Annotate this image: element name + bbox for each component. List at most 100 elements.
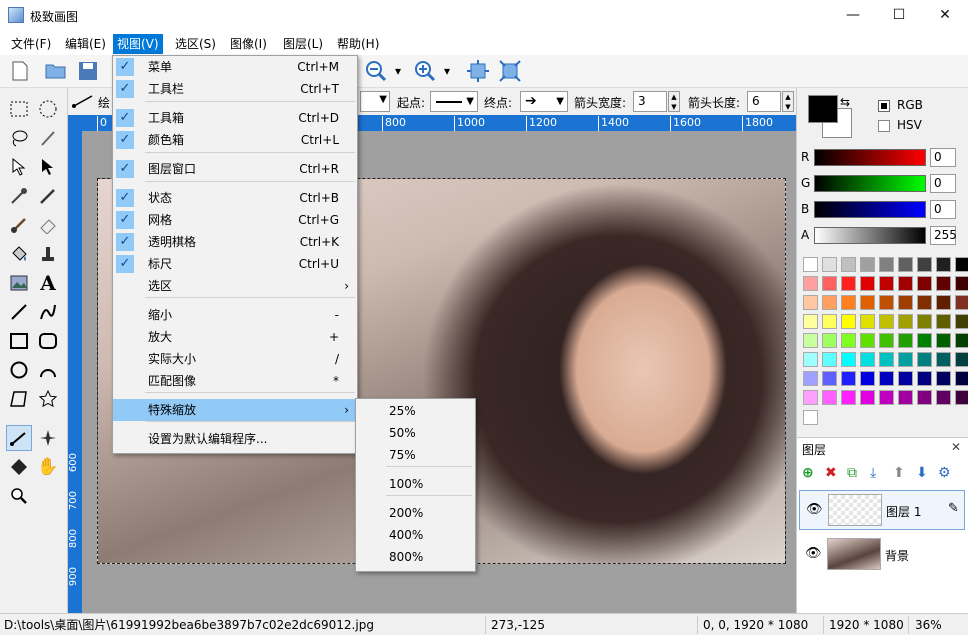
view-menu-item[interactable]: 设置为默认编辑程序... — [113, 428, 357, 450]
arrow-line-icon[interactable] — [6, 425, 32, 451]
edit-layer-icon[interactable]: ✎ — [948, 501, 959, 516]
palette-swatch[interactable] — [841, 352, 856, 367]
arc-icon[interactable] — [35, 357, 61, 383]
rectangle-icon[interactable] — [6, 328, 32, 354]
palette-swatch[interactable] — [860, 371, 875, 386]
palette-swatch[interactable] — [822, 257, 837, 272]
move-pixels-icon[interactable] — [35, 154, 61, 180]
start-cap-select[interactable]: ▼ — [430, 91, 478, 112]
palette-swatch[interactable] — [860, 390, 875, 405]
palette-swatch[interactable] — [860, 352, 875, 367]
eye-icon[interactable]: 👁 — [806, 502, 823, 517]
palette-swatch[interactable] — [955, 295, 968, 310]
palette-swatch[interactable] — [841, 257, 856, 272]
palette-swatch[interactable] — [955, 276, 968, 291]
view-menu-item[interactable]: 选区 › — [113, 275, 357, 297]
shape-fill-icon[interactable] — [6, 454, 32, 480]
menu-file[interactable]: 文件(F) — [7, 34, 55, 54]
zoom-menu-item[interactable]: 800% — [356, 546, 475, 568]
line-style-select[interactable]: ▼ — [360, 91, 390, 112]
palette-swatch[interactable] — [898, 276, 913, 291]
palette-swatch[interactable] — [936, 314, 951, 329]
palette-swatch[interactable] — [841, 371, 856, 386]
palette-swatch[interactable] — [822, 333, 837, 348]
palette-swatch[interactable] — [917, 295, 932, 310]
palette-swatch[interactable] — [860, 295, 875, 310]
menu-image[interactable]: 图像(I) — [226, 34, 271, 54]
palette-swatch[interactable] — [879, 276, 894, 291]
palette-swatch[interactable] — [879, 314, 894, 329]
palette-swatch[interactable] — [860, 333, 875, 348]
menu-view[interactable]: 视图(V) — [113, 34, 163, 54]
swap-colors-icon[interactable]: ⇆ — [840, 95, 850, 109]
palette-swatch[interactable] — [917, 276, 932, 291]
rect-select-icon[interactable] — [6, 96, 32, 122]
line-icon[interactable] — [6, 299, 32, 325]
rgb-radio[interactable] — [878, 100, 890, 112]
palette-swatch[interactable] — [841, 295, 856, 310]
zoom-menu-item[interactable]: 200% — [356, 502, 475, 524]
duplicate-layer-icon[interactable]: ⧉ — [847, 465, 857, 481]
end-cap-select[interactable]: ➔ ▼ — [520, 91, 568, 112]
fill-bucket-icon[interactable] — [6, 241, 32, 267]
arrow-length-spinner[interactable]: ▲ ▼ — [782, 91, 794, 112]
palette-swatch[interactable] — [955, 314, 968, 329]
blue-value-input[interactable]: 0 — [930, 200, 956, 219]
open-folder-icon[interactable] — [44, 59, 68, 83]
zoom-in-dropdown-icon[interactable]: ▾ — [440, 59, 454, 83]
palette-swatch[interactable] — [822, 371, 837, 386]
zoom-menu-item[interactable]: 25% — [356, 400, 475, 422]
palette-swatch[interactable] — [955, 257, 968, 272]
zoom-menu-item[interactable]: 75% — [356, 444, 475, 466]
brush-icon[interactable] — [6, 212, 32, 238]
save-icon[interactable] — [76, 59, 100, 83]
palette-swatch[interactable] — [917, 333, 932, 348]
palette-swatch[interactable] — [860, 314, 875, 329]
ellipse-select-icon[interactable] — [35, 96, 61, 122]
zoom-out-dropdown-icon[interactable]: ▾ — [391, 59, 405, 83]
palette-swatch[interactable] — [936, 295, 951, 310]
palette-swatch[interactable] — [879, 390, 894, 405]
palette-swatch[interactable] — [936, 371, 951, 386]
green-slider[interactable] — [814, 175, 926, 192]
palette-swatch[interactable] — [917, 314, 932, 329]
add-layer-icon[interactable]: ⊕ — [802, 465, 814, 481]
palette-swatch[interactable] — [955, 352, 968, 367]
palette-swatch[interactable] — [879, 352, 894, 367]
palette-swatch[interactable] — [841, 390, 856, 405]
hsv-radio[interactable] — [878, 120, 890, 132]
palette-swatch[interactable] — [803, 276, 818, 291]
red-slider[interactable] — [814, 149, 926, 166]
palette-swatch[interactable] — [936, 333, 951, 348]
palette-swatch[interactable] — [803, 257, 818, 272]
arrow-width-input[interactable]: 3 — [633, 91, 667, 112]
alpha-slider[interactable] — [814, 227, 926, 244]
rounded-rectangle-icon[interactable] — [35, 328, 61, 354]
menu-layer[interactable]: 图层(L) — [279, 34, 327, 54]
palette-swatch[interactable] — [898, 314, 913, 329]
delete-layer-icon[interactable]: ✖ — [825, 465, 837, 481]
move-selection-icon[interactable] — [6, 154, 32, 180]
menu-select[interactable]: 选区(S) — [171, 34, 220, 54]
primary-color-swatch[interactable] — [808, 95, 838, 123]
freeform-shape-icon[interactable] — [6, 386, 32, 412]
gradient-icon[interactable] — [35, 425, 61, 451]
color-picker-icon[interactable] — [6, 183, 32, 209]
palette-swatch[interactable] — [803, 295, 818, 310]
palette-swatch[interactable] — [803, 371, 818, 386]
palette-swatch[interactable] — [803, 314, 818, 329]
palette-swatch[interactable] — [841, 276, 856, 291]
custom-color-swatch[interactable] — [803, 410, 818, 425]
zoom-tool-icon[interactable] — [6, 483, 32, 509]
palette-swatch[interactable] — [841, 333, 856, 348]
view-menu-item[interactable]: ✓ 标尺 Ctrl+U — [113, 253, 357, 275]
palette-swatch[interactable] — [917, 371, 932, 386]
palette-swatch[interactable] — [898, 390, 913, 405]
zoom-in-icon[interactable] — [413, 59, 437, 83]
view-menu-item[interactable]: ✓ 状态 Ctrl+B — [113, 187, 357, 209]
view-menu-item[interactable]: 匹配图像 * — [113, 370, 357, 392]
zoom-out-icon[interactable] — [364, 59, 388, 83]
palette-swatch[interactable] — [879, 295, 894, 310]
view-menu-item[interactable]: ✓ 颜色箱 Ctrl+L — [113, 129, 357, 151]
palette-swatch[interactable] — [803, 390, 818, 405]
